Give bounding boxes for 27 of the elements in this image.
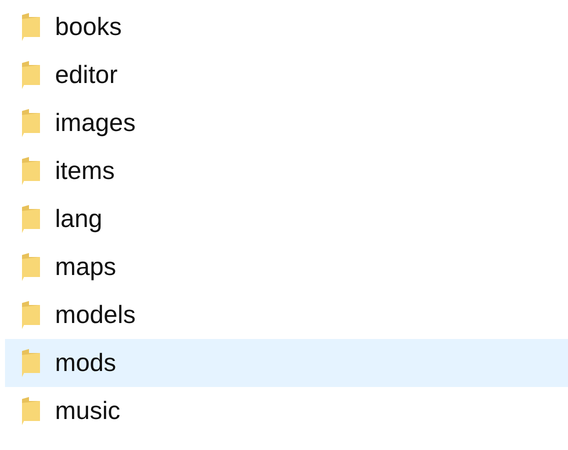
folder-name: mods [55,348,116,378]
folder-row[interactable]: mods [5,339,568,387]
folder-icon [20,397,42,425]
folder-row[interactable]: lang [5,195,568,243]
folder-icon [20,205,42,233]
folder-row[interactable]: books [5,3,568,51]
folder-name: lang [55,204,102,234]
folder-name: editor [55,60,118,90]
folder-name: models [55,300,136,330]
folder-name: images [55,108,136,138]
folder-row[interactable]: models [5,291,568,339]
folder-row[interactable]: maps [5,243,568,291]
folder-icon [20,349,42,377]
folder-name: books [55,12,122,42]
folder-icon [20,13,42,41]
folder-icon [20,61,42,89]
folder-row[interactable]: music [5,387,568,435]
folder-row[interactable]: editor [5,51,568,99]
folder-icon [20,253,42,281]
folder-icon [20,109,42,137]
folder-name: items [55,156,115,186]
folder-row[interactable]: items [5,147,568,195]
folder-row[interactable]: images [5,99,568,147]
folder-icon [20,301,42,329]
folder-icon [20,157,42,185]
folder-name: music [55,396,120,426]
folder-name: maps [55,252,116,282]
